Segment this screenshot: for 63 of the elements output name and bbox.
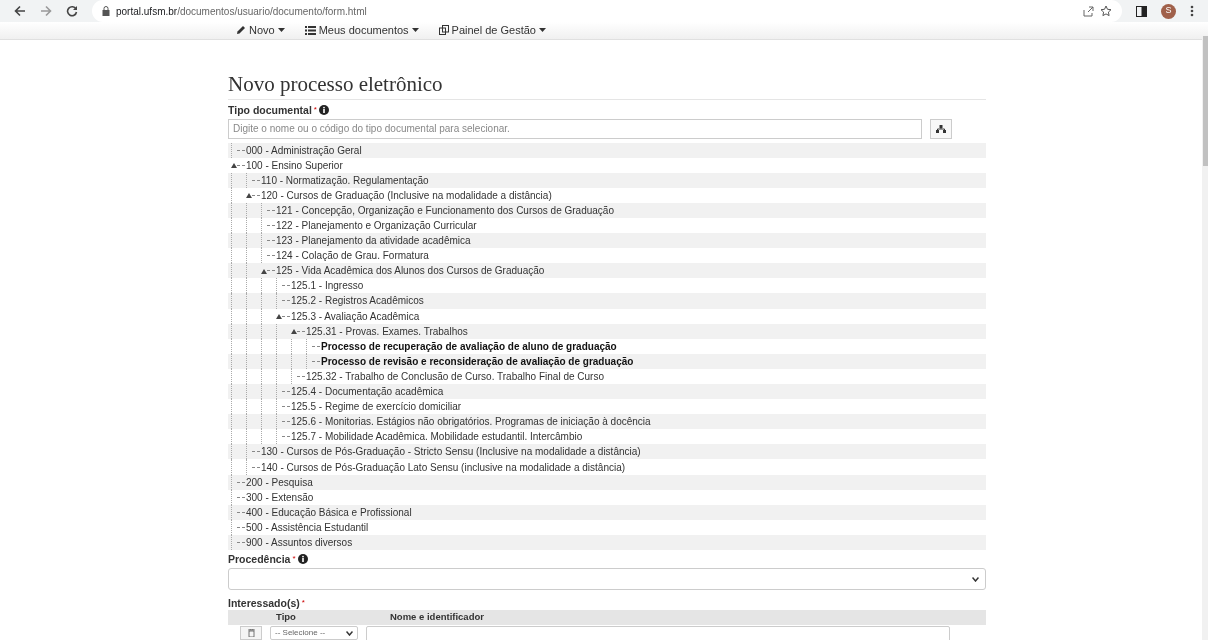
chevron-down-icon [972, 576, 979, 582]
field-label: Tipo documental [228, 102, 312, 117]
select-field[interactable]: -- Selecione -- [270, 626, 358, 640]
caret-icon [277, 28, 285, 33]
tree-node-label[interactable]: 120 - Cursos de Graduação (Inclusive na modalidade a distância) [261, 187, 552, 203]
nav-menu[interactable]: Meus documentos [304, 22, 419, 39]
reload-icon[interactable] [66, 5, 78, 17]
required-mark: * [301, 597, 305, 610]
caret-icon [538, 28, 546, 33]
star-icon[interactable] [1100, 5, 1112, 17]
expanded-triangle-icon[interactable] [246, 192, 252, 199]
nav-menu[interactable]: Novo [236, 22, 285, 39]
tree-node-label[interactable]: 125.3 - Avaliação Acadêmica [291, 308, 420, 324]
list-icon [304, 25, 316, 35]
caret-icon [411, 28, 419, 33]
tree-node-label[interactable]: 900 - Assuntos diversos [246, 534, 353, 551]
pencil-icon [236, 25, 246, 36]
tree-node-label[interactable]: 125.2 - Registros Acadêmicos [291, 293, 424, 309]
tree-node-label[interactable]: 500 - Assistência Estudantil [246, 519, 369, 535]
url-text: portal.ufsm.br/documentos/usuario/documento/form.html [116, 4, 367, 19]
field-label: Procedência [228, 552, 291, 567]
tree-node-label[interactable]: 122 - Planejamento e Organização Curricular [276, 217, 477, 234]
tree-node-label[interactable]: 125.7 - Mobilidade Acadêmica. Mobilidade estudantil. Intercâmbio [291, 429, 583, 445]
info-icon[interactable] [297, 554, 308, 565]
tree-node-label[interactable]: 140 - Cursos de Pós-Graduação Lato Sensu (inclusive na modalidade a distância) [261, 459, 626, 475]
profile-avatar[interactable]: S [1161, 3, 1176, 19]
tree-node-label[interactable]: 200 - Pesquisa [246, 474, 313, 490]
tree-node-label[interactable]: 300 - Extensão [246, 489, 314, 505]
document-type-option[interactable]: Processo de recuperação de avaliação de aluno de graduação [321, 338, 617, 354]
required-mark: * [313, 103, 317, 116]
scrollbar[interactable] [1202, 36, 1208, 640]
tree-node-label[interactable]: 100 - Ensino Superior [246, 157, 343, 173]
tree-node-label[interactable]: 125.5 - Regime de exercício domiciliar [291, 399, 462, 415]
expanded-triangle-icon[interactable] [231, 162, 237, 169]
chevron-down-icon [346, 630, 353, 636]
nav-menu[interactable]: Painel de Gestão [438, 22, 546, 39]
share-icon[interactable] [1083, 5, 1094, 17]
tree-node-label[interactable]: 125.1 - Ingresso [291, 278, 364, 294]
tree-node-label[interactable]: 000 - Administração Geral [246, 142, 362, 158]
menu-icon[interactable] [1190, 5, 1194, 17]
expanded-triangle-icon[interactable] [276, 313, 282, 320]
page-title: Novo processo eletrônico [228, 70, 986, 100]
tree-node-label[interactable]: 125.32 - Trabalho de Conclusão de Curso. Trabalho Final de Curso [306, 368, 604, 384]
side-panel-icon[interactable] [1136, 5, 1147, 17]
expanded-triangle-icon[interactable] [261, 267, 267, 274]
input-field[interactable] [366, 626, 950, 640]
delete-button[interactable] [240, 626, 262, 640]
info-icon[interactable] [318, 104, 329, 115]
column-header: Tipo [276, 610, 297, 625]
hierarchy-icon [936, 124, 946, 133]
back-icon[interactable] [14, 5, 26, 17]
search-field[interactable]: Digite o nome ou o código do tipo documental para selecionar. [228, 118, 922, 139]
column-header: Nome e identificador [390, 610, 484, 625]
lock-icon [102, 6, 110, 16]
address-bar[interactable]: portal.ufsm.br/documentos/usuario/documento/form.html [92, 0, 1122, 22]
trash-icon [247, 629, 255, 638]
field-label: Interessado(s) [228, 596, 300, 611]
tree-node-label[interactable]: 124 - Colação de Grau. Formatura [276, 248, 429, 264]
expanded-triangle-icon[interactable] [291, 328, 297, 335]
copy-icon [438, 25, 449, 36]
tree-view-button[interactable] [930, 118, 952, 139]
select-field[interactable] [228, 568, 986, 591]
required-mark: * [292, 553, 296, 566]
